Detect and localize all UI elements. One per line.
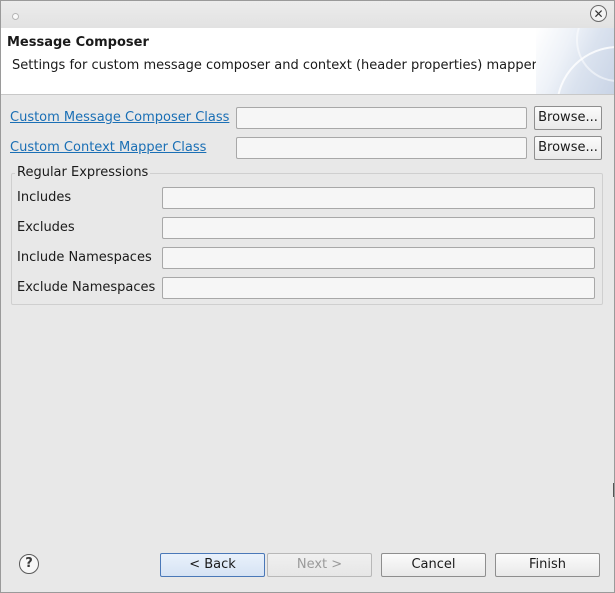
close-icon[interactable]: ✕ (590, 5, 607, 22)
browse-composer-button[interactable]: Browse... (534, 106, 602, 130)
custom-message-composer-class-link[interactable]: Custom Message Composer Class (10, 110, 229, 125)
include-namespaces-label: Include Namespaces (17, 250, 152, 265)
exclude-namespaces-input[interactable] (162, 277, 595, 299)
includes-input[interactable] (162, 187, 595, 209)
regular-expressions-group-title: Regular Expressions (15, 165, 151, 180)
finish-button[interactable]: Finish (495, 553, 600, 577)
next-button[interactable]: Next > (267, 553, 372, 577)
resize-handle[interactable] (613, 483, 614, 497)
custom-context-mapper-class-link[interactable]: Custom Context Mapper Class (10, 140, 206, 155)
custom-message-composer-class-input[interactable] (236, 107, 527, 129)
exclude-namespaces-label: Exclude Namespaces (17, 280, 156, 295)
wizard-banner-image (536, 28, 614, 94)
includes-label: Includes (17, 190, 72, 205)
help-icon[interactable]: ? (19, 554, 39, 574)
page-description: Settings for custom message composer and… (12, 58, 540, 73)
back-button[interactable]: < Back (160, 553, 265, 577)
excludes-input[interactable] (162, 217, 595, 239)
browse-mapper-button[interactable]: Browse... (534, 136, 602, 160)
excludes-label: Excludes (17, 220, 75, 235)
window-menu-icon[interactable] (12, 13, 19, 20)
page-title: Message Composer (7, 35, 149, 50)
custom-context-mapper-class-input[interactable] (236, 137, 527, 159)
wizard-dialog: ✕ Message Composer Settings for custom m… (0, 0, 615, 593)
include-namespaces-input[interactable] (162, 247, 595, 269)
title-bar[interactable]: ✕ (1, 1, 614, 28)
wizard-header: Message Composer Settings for custom mes… (1, 28, 614, 95)
cancel-button[interactable]: Cancel (381, 553, 486, 577)
